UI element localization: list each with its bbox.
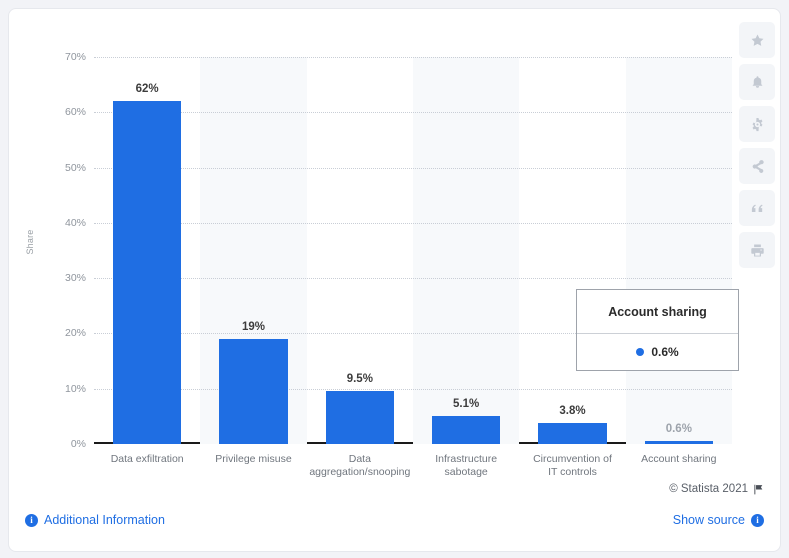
y-axis-tick: 30%	[64, 272, 86, 285]
bar[interactable]	[538, 423, 607, 444]
share-icon[interactable]	[739, 148, 775, 184]
bar-value-label: 62%	[135, 83, 159, 96]
x-axis-tick: Account sharing	[613, 453, 745, 466]
gridline	[94, 57, 732, 58]
plot-area: 0% 10% 20% 30% 40% 50% 60% 70% 62% Data exfiltrat…	[65, 51, 732, 478]
bell-icon[interactable]	[739, 64, 775, 100]
star-icon[interactable]	[739, 22, 775, 58]
gridline	[94, 278, 732, 280]
tooltip-value: 0.6%	[651, 345, 679, 359]
y-axis-tick: 60%	[64, 106, 86, 119]
y-axis-tick: 40%	[64, 216, 86, 229]
quote-icon[interactable]	[739, 190, 775, 226]
bar-value-label: 3.8%	[559, 405, 586, 417]
chart-tooltip: Account sharing 0.6%	[576, 289, 739, 371]
y-axis-tick: 0%	[70, 438, 86, 450]
y-axis-tick: 70%	[64, 51, 86, 63]
show-source-label: Show source	[672, 513, 745, 527]
y-axis-tick: 50%	[64, 161, 86, 174]
bar-value-label: 19%	[241, 320, 265, 333]
bar[interactable]	[431, 415, 501, 444]
flag-icon[interactable]	[753, 484, 764, 495]
tooltip-title: Account sharing	[577, 290, 738, 334]
additional-information-label: Additional Information	[44, 513, 165, 527]
bar-column[interactable]: 0.6%	[644, 57, 714, 444]
copyright-text: © Statista 2021	[669, 483, 748, 495]
bar-value-label: 0.6%	[665, 422, 692, 435]
gridline	[94, 222, 732, 224]
y-axis-tick: 20%	[64, 327, 86, 340]
show-source-link[interactable]: Show source i	[673, 513, 764, 527]
y-axis-title: Share	[25, 229, 35, 255]
bar-column[interactable]: 9.5%	[325, 57, 395, 444]
bar[interactable]	[112, 101, 182, 444]
bar[interactable]	[644, 440, 714, 444]
bar-value-label: 9.5%	[346, 373, 373, 386]
copyright: © Statista 2021	[669, 483, 764, 495]
gridline	[94, 167, 732, 169]
chart-area: Share 0% 10% 20% 30% 40% 50% 60% 70% 62% Data exf…	[9, 9, 782, 479]
bar-value-label: 5.1%	[453, 397, 480, 410]
chart-card: Share 0% 10% 20% 30% 40% 50% 60% 70% 62% Data exf…	[8, 8, 781, 552]
chart-footer: © Statista 2021 i Additional Information…	[9, 477, 780, 551]
tooltip-series-dot-icon	[636, 348, 645, 356]
x-axis-tick-line: Account sharing	[641, 453, 717, 465]
bar[interactable]	[325, 391, 395, 444]
y-axis-tick: 10%	[64, 382, 86, 395]
gridline	[94, 388, 732, 390]
additional-information-link[interactable]: i Additional Information	[25, 513, 165, 527]
bar-column[interactable]: 19%	[219, 57, 288, 444]
statista-chart-page: Share 0% 10% 20% 30% 40% 50% 60% 70% 62% Data exf…	[0, 0, 789, 558]
bar-column[interactable]: 3.8%	[538, 57, 607, 444]
info-icon: i	[25, 513, 38, 527]
bar-column[interactable]: 5.1%	[431, 57, 501, 444]
tooltip-row: 0.6%	[577, 334, 738, 370]
action-rail	[739, 22, 775, 268]
bar[interactable]	[219, 338, 288, 444]
bar-column[interactable]: 62%	[112, 57, 182, 444]
print-icon[interactable]	[739, 232, 775, 268]
gridline	[94, 112, 732, 114]
gear-icon[interactable]	[739, 106, 775, 142]
info-icon: i	[751, 513, 764, 527]
